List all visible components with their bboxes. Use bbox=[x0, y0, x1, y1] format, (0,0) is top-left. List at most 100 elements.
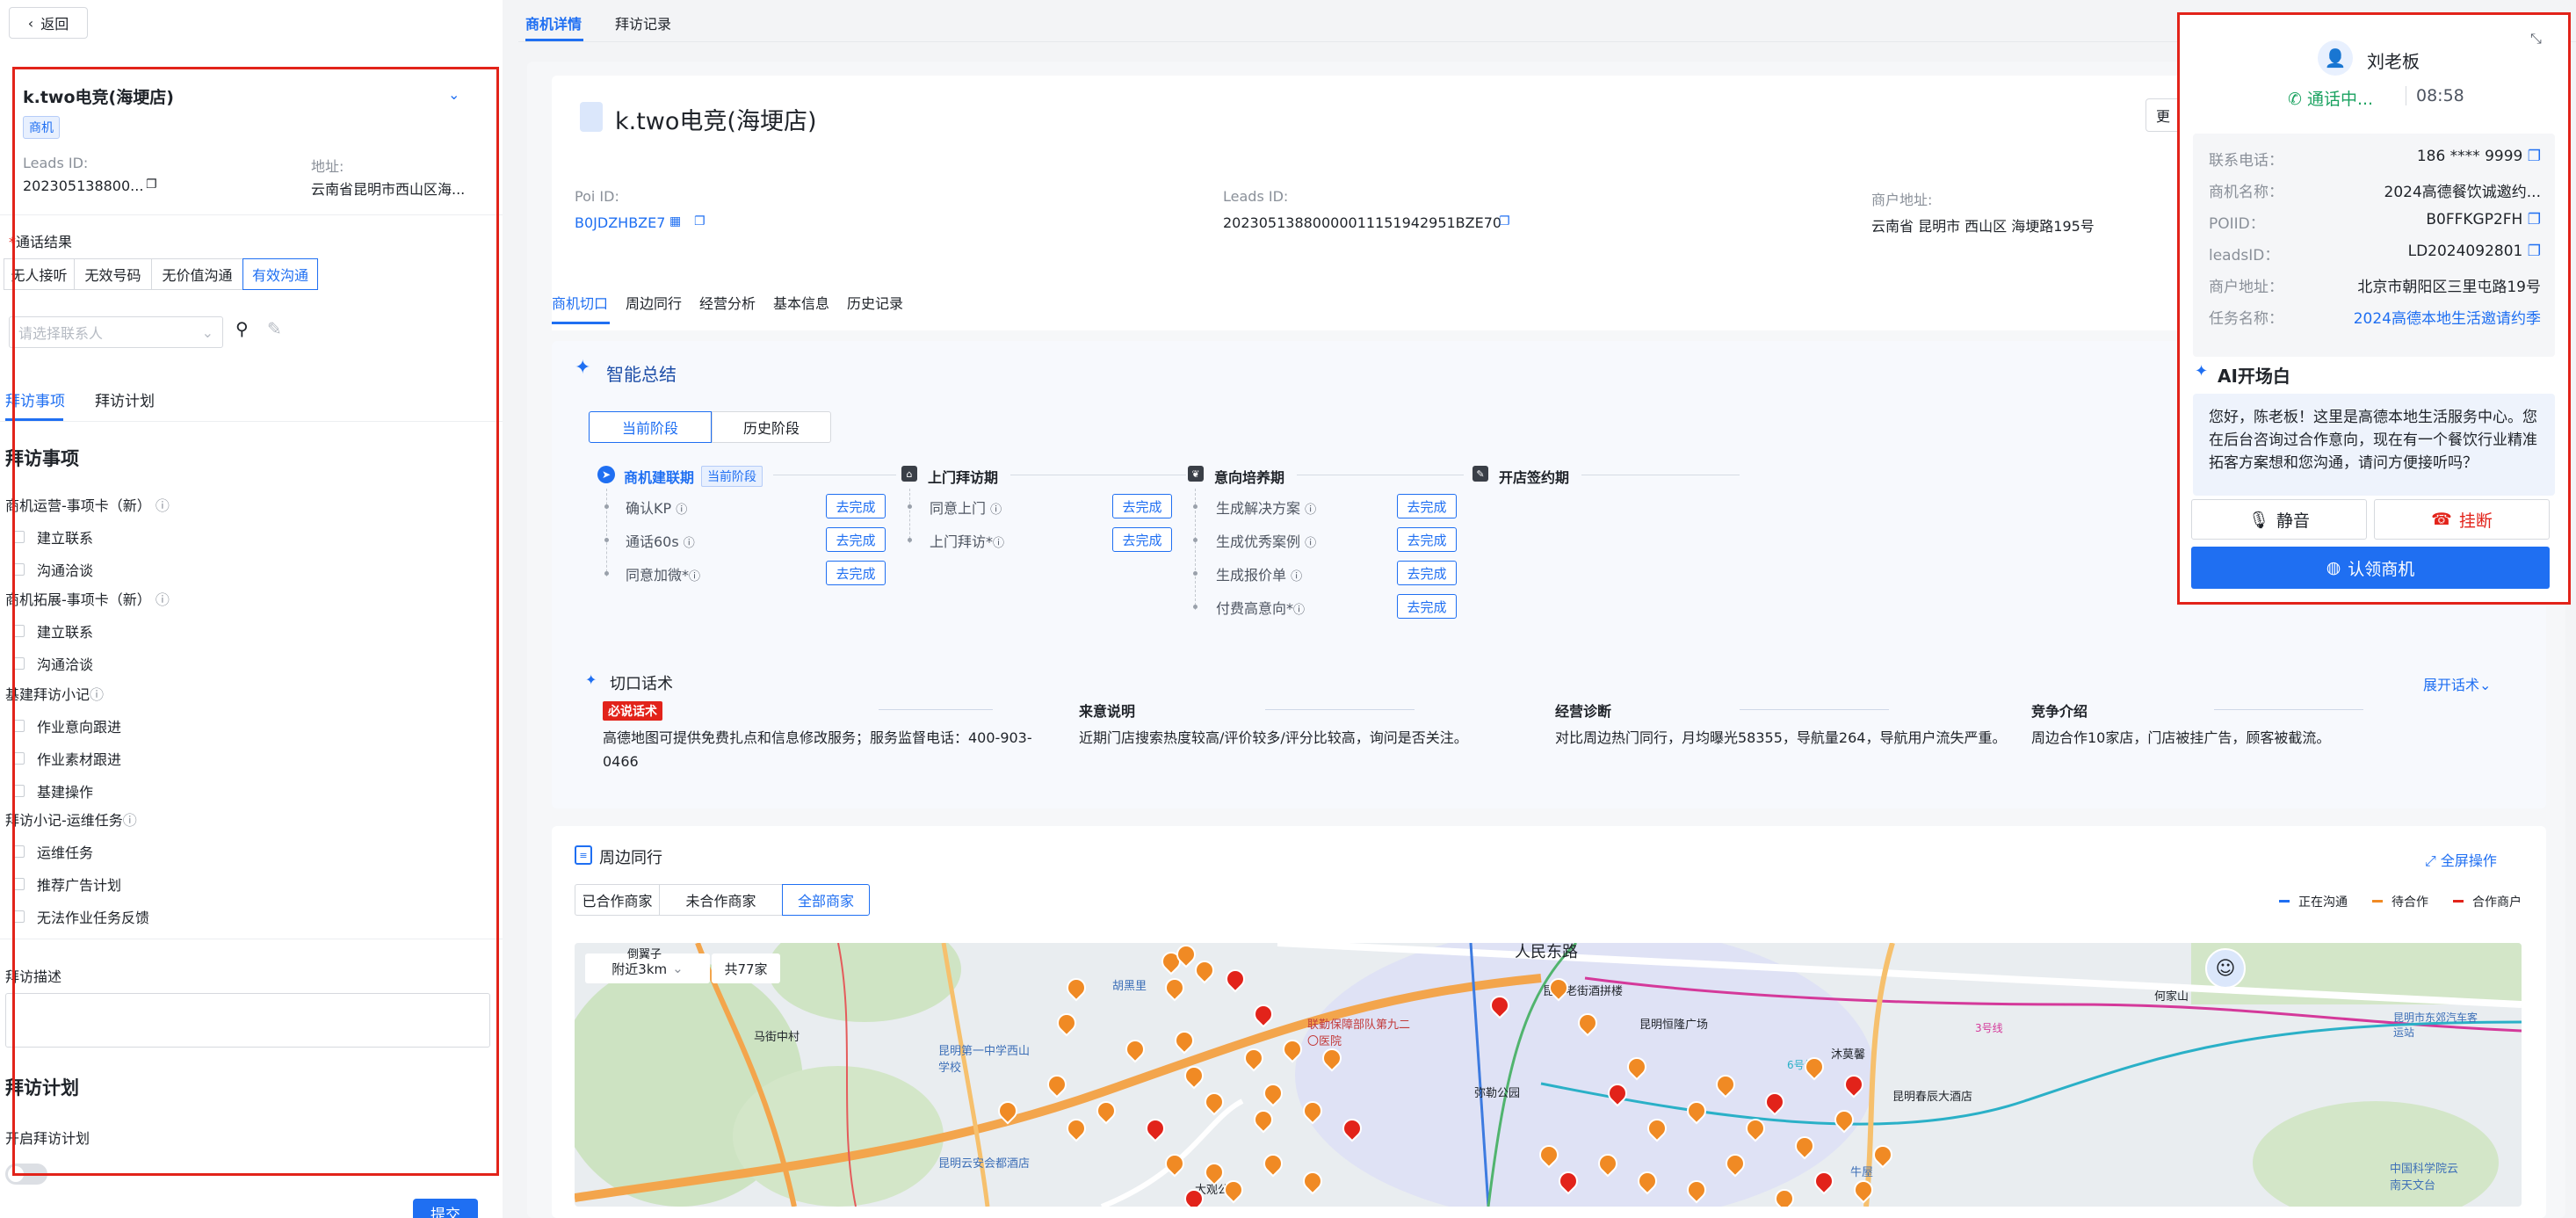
list-item[interactable]: 建立联系 bbox=[12, 620, 93, 642]
go-complete-button[interactable]: 去完成 bbox=[826, 527, 886, 552]
poi-id-value[interactable]: B0JDZHBZE7 bbox=[575, 214, 665, 231]
call-result-no-answer[interactable]: 无人接听 bbox=[4, 258, 74, 290]
map-label: 何家山 bbox=[2154, 990, 2189, 1004]
fullscreen-button[interactable]: ⤢ 全屏操作 bbox=[2425, 849, 2497, 870]
stage-name: 开店签约期 bbox=[1499, 469, 1570, 486]
merchant-count: 共77家 bbox=[712, 953, 780, 983]
peer-tab-cooperated[interactable]: 已合作商家 bbox=[575, 884, 659, 916]
robot-assistant-icon[interactable]: ☺ bbox=[2205, 948, 2246, 989]
list-item[interactable]: 无法作业任务反馈 bbox=[12, 906, 149, 927]
go-complete-button[interactable]: 去完成 bbox=[1397, 494, 1457, 518]
list-item[interactable]: 作业意向跟进 bbox=[12, 715, 121, 736]
qrcode-icon[interactable]: ▦ bbox=[669, 214, 681, 228]
tab-visit-items[interactable]: 拜访事项 bbox=[5, 388, 65, 410]
contact-select[interactable]: 请选择联系人 ⌄ bbox=[9, 316, 223, 348]
checkbox[interactable] bbox=[12, 563, 25, 576]
checkbox[interactable] bbox=[12, 878, 25, 890]
enable-plan-toggle[interactable] bbox=[5, 1164, 47, 1185]
go-complete-button[interactable]: 去完成 bbox=[1397, 561, 1457, 585]
map-label: 沐莫馨 bbox=[1831, 1048, 1866, 1062]
status-badge: 商机 bbox=[23, 116, 60, 139]
list-item[interactable]: 建立联系 bbox=[12, 526, 93, 547]
list-item[interactable]: 沟通洽谈 bbox=[12, 559, 93, 580]
go-complete-button[interactable]: 去完成 bbox=[1397, 594, 1457, 619]
tab-business-analysis[interactable]: 经营分析 bbox=[699, 292, 756, 313]
edit-icon[interactable]: ✎ bbox=[267, 318, 282, 339]
tab-opportunity-cut[interactable]: 商机切口 bbox=[552, 292, 608, 313]
checkbox[interactable] bbox=[12, 625, 25, 637]
ai-opening-text: 您好，陈老板！这里是高德本地生活服务中心。您在后台咨询过合作意向，现在有一个餐饮… bbox=[2193, 394, 2555, 496]
checkbox[interactable] bbox=[12, 752, 25, 765]
field-value: 北京市朝阳区三里屯路19号 bbox=[2357, 279, 2541, 296]
leads-id-label: Leads ID: bbox=[1223, 188, 1289, 205]
map-label: 中国科学院云南天文台 bbox=[2390, 1163, 2459, 1193]
tab-nearby-peers[interactable]: 周边同行 bbox=[626, 292, 682, 313]
checkbox[interactable] bbox=[12, 845, 25, 858]
tab-history[interactable]: 历史记录 bbox=[847, 292, 903, 313]
back-button[interactable]: ‹ 返回 bbox=[9, 7, 88, 39]
compass-icon: ➤ bbox=[597, 466, 615, 483]
dot bbox=[1193, 538, 1198, 542]
script-title: 经营诊断 bbox=[1555, 703, 1612, 720]
checkbox[interactable] bbox=[12, 720, 25, 732]
left-panel: ‹ 返回 k.two电竞(海埂店) ⌄ 商机 Leads ID: 2023051… bbox=[0, 0, 503, 1218]
step-item: 确认KP ⓘ bbox=[626, 500, 688, 517]
checkbox[interactable] bbox=[12, 531, 25, 543]
list-item[interactable]: 推荐广告计划 bbox=[12, 874, 121, 895]
go-complete-button[interactable]: 去完成 bbox=[1397, 527, 1457, 552]
tab-opportunity-detail[interactable]: 商机详情 bbox=[525, 12, 582, 33]
claim-opportunity-button[interactable]: ◍ 认领商机 bbox=[2191, 547, 2550, 589]
group-title: 商机拓展-事项卡（新） ⓘ bbox=[5, 591, 170, 608]
minimize-icon[interactable]: ⤡ bbox=[2530, 30, 2542, 47]
stage-tab-history[interactable]: 历史阶段 bbox=[712, 411, 831, 443]
list-item[interactable]: 运维任务 bbox=[12, 841, 93, 862]
page-title: k.two电竞(海埂店) bbox=[615, 108, 817, 135]
call-result-invalid-number[interactable]: 无效号码 bbox=[74, 258, 151, 290]
field-label: 任务名称： bbox=[2209, 310, 2283, 328]
tab-visit-records[interactable]: 拜访记录 bbox=[615, 12, 671, 33]
tab-basic-info[interactable]: 基本信息 bbox=[773, 292, 829, 313]
stage-tab-current[interactable]: 当前阶段 bbox=[589, 411, 712, 443]
stage-line bbox=[909, 489, 910, 543]
expand-scripts-link[interactable]: 展开话术⌄ bbox=[2423, 673, 2491, 694]
checkbox[interactable] bbox=[12, 910, 25, 923]
submit-button[interactable]: 提交 bbox=[413, 1199, 478, 1218]
visit-desc-input[interactable] bbox=[5, 993, 490, 1048]
map-label: 胡黑里 bbox=[1112, 980, 1147, 993]
avatar: 👤 bbox=[2318, 40, 2353, 76]
chevron-down-icon[interactable]: ⌄ bbox=[448, 86, 459, 103]
stage-name: 上门拜访期 bbox=[928, 469, 999, 486]
user-search-icon[interactable]: ⚲ bbox=[235, 318, 249, 339]
fullscreen-icon: ⤢ bbox=[2425, 852, 2436, 869]
more-button[interactable]: 更 bbox=[2145, 98, 2181, 132]
go-complete-button[interactable]: 去完成 bbox=[826, 561, 886, 585]
go-complete-button[interactable]: 去完成 bbox=[826, 494, 886, 518]
field-value: B0FFKGP2FH ❐ bbox=[2426, 211, 2541, 228]
go-complete-button[interactable]: 去完成 bbox=[1112, 527, 1172, 552]
legend-label: 待合作 bbox=[2391, 895, 2428, 910]
tab-visit-plan[interactable]: 拜访计划 bbox=[95, 388, 155, 410]
stage-name: 意向培养期 bbox=[1214, 469, 1285, 486]
call-result-no-value[interactable]: 无价值沟通 bbox=[151, 258, 242, 290]
mute-button[interactable]: 🎙 静音 bbox=[2191, 499, 2367, 540]
peer-tab-all[interactable]: 全部商家 bbox=[782, 884, 870, 916]
map[interactable]: 附近3km ⌄ 共77家 倒翼子 胡黑里 马街中村 昆明第一中学西山学校 联勤保障… bbox=[575, 943, 2522, 1207]
list-item[interactable]: 作业素材跟进 bbox=[12, 748, 121, 769]
copy-icon[interactable]: ❐ bbox=[146, 178, 157, 192]
list-item[interactable]: 沟通洽谈 bbox=[12, 653, 93, 674]
sparkle-icon: ✦ bbox=[575, 357, 591, 379]
checkbox[interactable] bbox=[12, 785, 25, 797]
checkbox[interactable] bbox=[12, 657, 25, 670]
script-text: 高德地图可提供免费扎点和信息修改服务；服务监督电话：400-903-0466 bbox=[603, 729, 1032, 770]
copy-icon[interactable]: ❐ bbox=[1499, 214, 1510, 228]
stage-current-badge: 当前阶段 bbox=[701, 466, 763, 487]
field-label: 联系电话： bbox=[2209, 152, 2283, 170]
task-name-link[interactable]: 2024高德本地生活邀请约季 bbox=[2354, 306, 2541, 328]
map-label: 3号线 bbox=[1975, 1022, 2003, 1034]
go-complete-button[interactable]: 去完成 bbox=[1112, 494, 1172, 518]
peer-tab-not-cooperated[interactable]: 未合作商家 bbox=[659, 884, 782, 916]
copy-icon[interactable]: ❐ bbox=[694, 214, 706, 228]
list-item[interactable]: 基建操作 bbox=[12, 780, 93, 801]
call-result-valid[interactable]: 有效沟通 bbox=[242, 258, 318, 290]
hangup-button[interactable]: ☎ 挂断 bbox=[2374, 499, 2550, 540]
